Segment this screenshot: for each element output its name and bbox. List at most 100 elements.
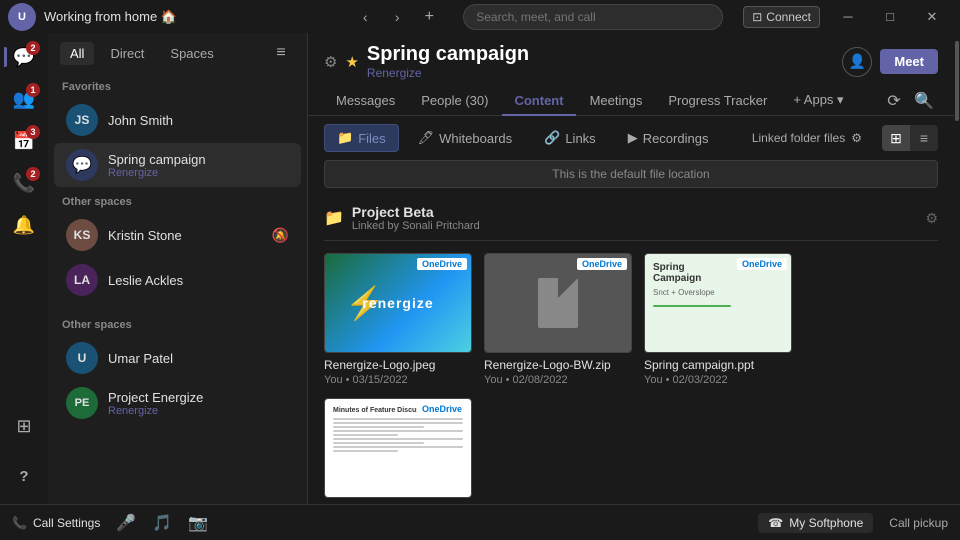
- search-input[interactable]: [463, 4, 723, 30]
- minimize-button[interactable]: ─: [828, 3, 868, 31]
- file-thumb-logo-bw: OneDrive: [484, 253, 632, 353]
- search-icon: 🔍: [914, 91, 934, 111]
- softphone-button[interactable]: ☎ My Softphone: [758, 513, 873, 533]
- connect-button[interactable]: ⊡ Connect: [743, 6, 820, 28]
- sub-tab-recordings[interactable]: ▶ Recordings: [615, 124, 722, 152]
- rail-chat[interactable]: 💬 2: [4, 37, 44, 77]
- search-button[interactable]: 🔍: [910, 87, 938, 115]
- docx-line-7: [333, 442, 424, 444]
- sidebar-scroll[interactable]: Favorites JS John Smith 💬 Spring campaig…: [48, 73, 307, 504]
- chat-info-john-smith: John Smith: [108, 113, 289, 128]
- project-header: 📁 Project Beta Linked by Sonali Pritchar…: [324, 196, 938, 241]
- rail-calendar[interactable]: 📅 3: [4, 121, 44, 161]
- tab-messages[interactable]: Messages: [324, 87, 407, 116]
- call-pickup[interactable]: Call pickup: [889, 516, 948, 530]
- file-card-logo-bw[interactable]: OneDrive Renergize-Logo-BW.zip You • 02/…: [484, 253, 632, 386]
- close-button[interactable]: ✕: [912, 3, 952, 31]
- user-avatar[interactable]: U: [8, 3, 36, 31]
- nav-back-button[interactable]: ‹: [351, 3, 379, 31]
- channel-avatar-button[interactable]: 👤: [842, 47, 872, 77]
- bottom-bar: 📞 Call Settings 🎤 🎵 📷 ☎ My Softphone Cal…: [0, 504, 960, 540]
- settings-icon[interactable]: ⚙: [324, 53, 337, 71]
- sub-tab-whiteboards[interactable]: 🖊 Whiteboards: [405, 124, 526, 152]
- new-tab-button[interactable]: +: [415, 3, 443, 31]
- rail-help[interactable]: ?: [4, 456, 44, 496]
- tab-apps[interactable]: + Apps ▾: [781, 86, 855, 116]
- view-toggle: ⊞ ≡: [882, 125, 938, 151]
- rail-teams[interactable]: 👥 1: [4, 79, 44, 119]
- onedrive-badge-4: OneDrive: [417, 403, 467, 415]
- media-icon-3[interactable]: 📷: [188, 513, 208, 533]
- file-card-ppt[interactable]: SpringCampaign Snct + Overslope OneDrive…: [644, 253, 792, 386]
- sidebar-item-spring-campaign[interactable]: 💬 Spring campaign Renergize: [54, 143, 301, 187]
- chat-sub-project-energize: Renergize: [108, 405, 289, 417]
- softphone-icon: ☎: [768, 516, 783, 530]
- files-icon: 📁: [337, 130, 353, 146]
- search-container: [463, 4, 723, 30]
- apps-label: + Apps ▾: [793, 92, 843, 108]
- help-icon: ?: [19, 468, 28, 485]
- sidebar-item-john-smith[interactable]: JS John Smith: [54, 98, 301, 142]
- media-icon-2[interactable]: 🎵: [152, 513, 172, 533]
- nav-forward-button[interactable]: ›: [383, 3, 411, 31]
- call-settings-label: Call Settings: [33, 516, 100, 530]
- scrollbar-thumb: [955, 41, 959, 121]
- call-pickup-label: Call pickup: [889, 516, 948, 530]
- connect-label: Connect: [766, 10, 811, 24]
- file-meta-3: You • 02/03/2022: [644, 374, 792, 386]
- sidebar-item-leslie[interactable]: LA Leslie Ackles: [54, 258, 301, 302]
- whiteboards-label: Whiteboards: [439, 131, 512, 146]
- channel-title: Spring campaign: [367, 43, 529, 66]
- sync-button[interactable]: ⟳: [880, 87, 908, 115]
- nav-controls: ‹ › +: [351, 3, 443, 31]
- rail-apps[interactable]: ⊞: [4, 406, 44, 446]
- rail-activity[interactable]: 🔔: [4, 205, 44, 245]
- maximize-button[interactable]: □: [870, 3, 910, 31]
- tab-progress-tracker[interactable]: Progress Tracker: [656, 87, 779, 116]
- sidebar-tab-all[interactable]: All: [60, 42, 94, 65]
- nav-tabs: Messages People (30) Content Meetings Pr…: [308, 80, 954, 116]
- page-title: Working from home 🏠: [44, 9, 351, 25]
- sidebar-item-umar[interactable]: U Umar Patel: [54, 336, 301, 380]
- project-folder-icon: 📁: [324, 208, 344, 228]
- meet-button[interactable]: Meet: [880, 49, 938, 74]
- tab-people[interactable]: People (30): [409, 87, 500, 116]
- rail-calls[interactable]: 📞 2: [4, 163, 44, 203]
- onedrive-badge-1: OneDrive: [417, 258, 467, 270]
- sidebar-item-project-energize[interactable]: PE Project Energize Renergize: [54, 381, 301, 425]
- whiteboards-icon: 🖊: [418, 130, 435, 146]
- ppt-bar: [653, 305, 731, 307]
- tab-meetings[interactable]: Meetings: [578, 87, 655, 116]
- file-grid: ⚡ renergize OneDrive Renergize-Logo.jpeg…: [324, 253, 938, 504]
- project-title: Project Beta: [352, 204, 480, 220]
- sidebar-tab-direct[interactable]: Direct: [100, 42, 154, 65]
- project-gear-icon[interactable]: ⚙: [925, 210, 938, 227]
- grid-view-button[interactable]: ⊞: [882, 125, 910, 151]
- file-card-docx[interactable]: Minutes of Feature Discussion: [324, 398, 472, 504]
- sub-tab-files[interactable]: 📁 Files: [324, 124, 399, 152]
- call-settings[interactable]: 📞 Call Settings: [12, 516, 100, 530]
- links-icon: 🔗: [544, 130, 560, 146]
- onedrive-badge-3: OneDrive: [737, 258, 787, 270]
- apps-icon: ⊞: [16, 416, 31, 437]
- files-area[interactable]: 📁 Project Beta Linked by Sonali Pritchar…: [308, 196, 954, 504]
- file-meta-2: You • 02/08/2022: [484, 374, 632, 386]
- call-settings-icon: 📞: [12, 516, 27, 530]
- avatar-umar: U: [66, 342, 98, 374]
- bw-file-icon: [538, 278, 578, 328]
- channel-actions: 👤 Meet: [842, 47, 938, 77]
- ppt-sub-text: Snct + Overslope: [653, 288, 715, 297]
- linked-folder-label[interactable]: Linked folder files ⚙: [752, 131, 862, 145]
- list-view-button[interactable]: ≡: [910, 125, 938, 151]
- sidebar-tab-spaces[interactable]: Spaces: [160, 42, 223, 65]
- star-icon[interactable]: ★: [345, 53, 358, 71]
- sub-tab-links[interactable]: 🔗 Links: [531, 124, 609, 152]
- scrollbar-track[interactable]: [954, 33, 960, 504]
- file-card-logo-jpeg[interactable]: ⚡ renergize OneDrive Renergize-Logo.jpeg…: [324, 253, 472, 386]
- project-linked: Linked by Sonali Pritchard: [352, 220, 480, 232]
- sidebar-item-kristin[interactable]: KS Kristin Stone 🔕: [54, 213, 301, 257]
- media-icon-1[interactable]: 🎤: [116, 513, 136, 533]
- sidebar-filter-button[interactable]: ≡: [267, 39, 295, 67]
- tab-content[interactable]: Content: [502, 87, 575, 116]
- onedrive-badge-2: OneDrive: [577, 258, 627, 270]
